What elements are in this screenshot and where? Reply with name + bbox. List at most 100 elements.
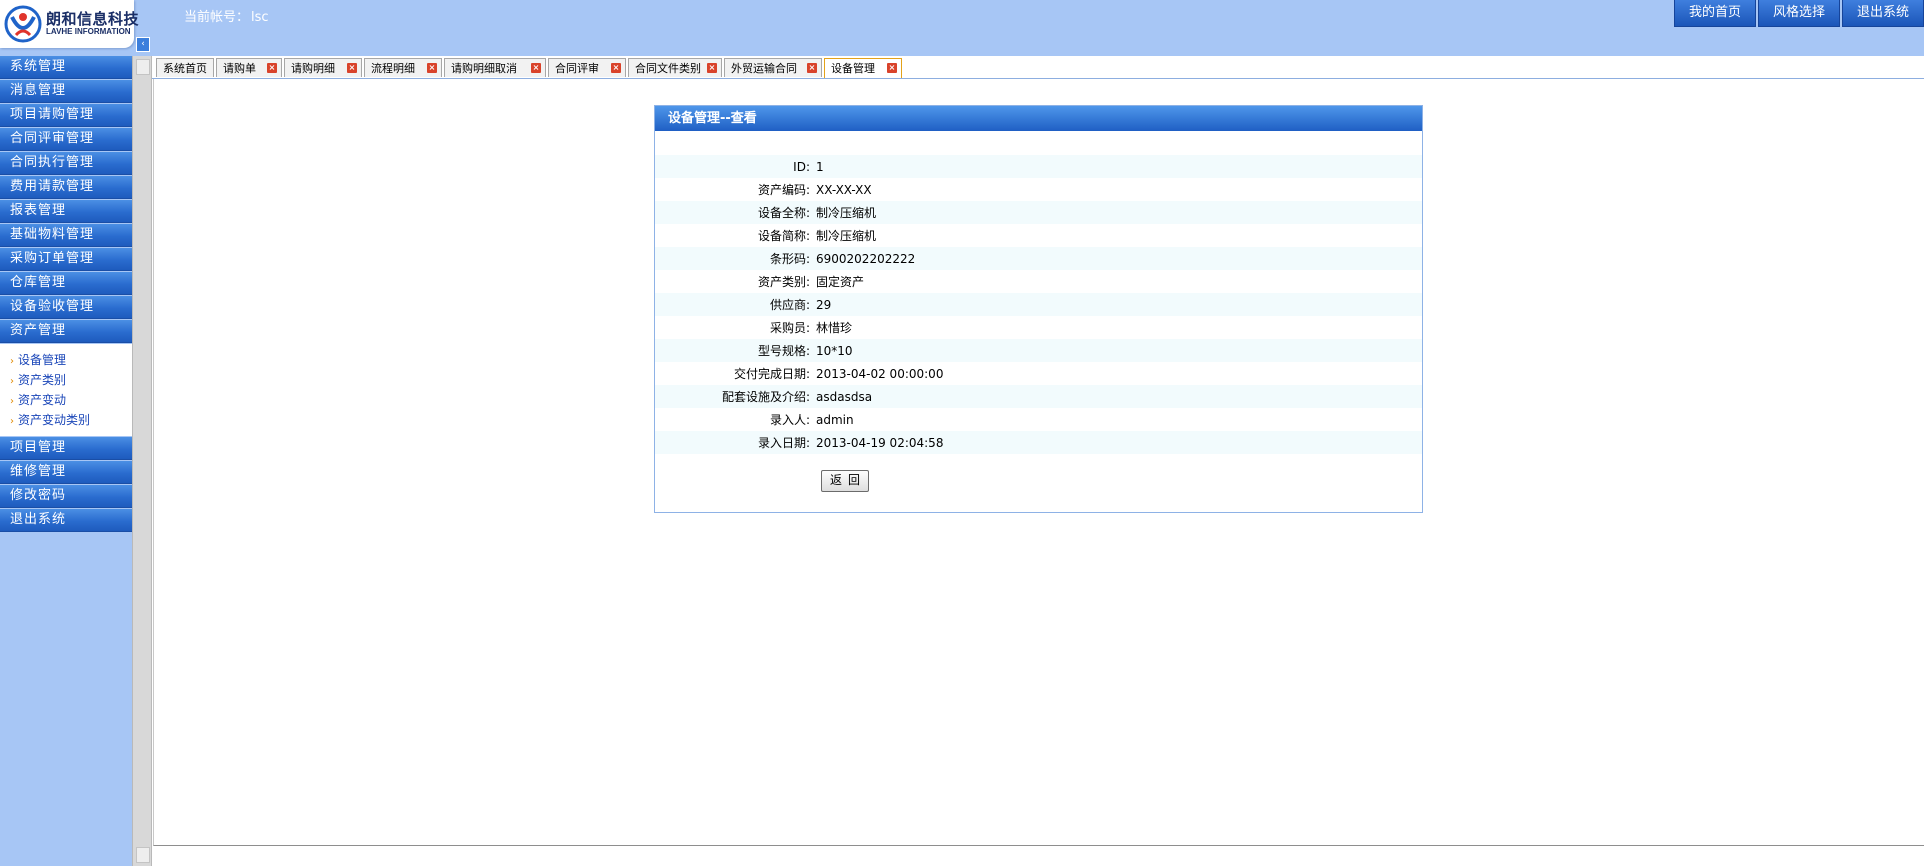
submenu-equipment[interactable]: › 设备管理 [0,350,132,370]
current-account: 当前帐号： lsc [184,6,269,25]
menu-exit[interactable]: 退出系统 [0,509,132,532]
menu-project[interactable]: 项目管理 [0,437,132,460]
field-label: 条形码: [769,252,810,266]
menu-system[interactable]: 系统管理 [0,56,132,79]
tab-purchase-detail-cancel[interactable]: 请购明细取消 × [444,58,546,77]
logout-button[interactable]: 退出系统 [1841,0,1924,27]
field-value: 制冷压缩机 [816,206,877,220]
close-icon[interactable]: × [707,63,717,73]
arrow-right-icon: › [10,376,14,387]
tab-bar: 系统首页 请购单 × 请购明细 × 流程明细 × 请购明细取消 × 合同评审 × 合同文件… [152,58,1924,79]
field-value: 2013-04-19 02:04:58 [816,435,944,450]
menu-message[interactable]: 消息管理 [0,80,132,103]
field-label: 录入人: [769,413,810,427]
tab-label: 系统首页 [163,62,207,75]
field-value: 制冷压缩机 [816,229,877,243]
close-icon[interactable]: × [267,63,277,73]
field-value: 29 [816,297,832,312]
menu-purchase-order[interactable]: 采购订单管理 [0,248,132,271]
tab-contract-file-category[interactable]: 合同文件类别 × [628,58,722,77]
submenu-asset-category[interactable]: › 资产类别 [0,370,132,390]
logo-text-en: LAVHE INFORMATION [46,27,131,36]
table-row: ID: 1 [655,155,1422,178]
menu-maintenance[interactable]: 维修管理 [0,461,132,484]
close-icon[interactable]: × [427,63,437,73]
back-button[interactable]: 返回 [821,470,869,492]
logo-text-cn: 朗和信息科技 [46,10,140,28]
field-label: 录入日期: [757,436,810,450]
logo-mark-icon [4,5,42,43]
tab-contract-review[interactable]: 合同评审 × [548,58,626,77]
menu-project-purchase[interactable]: 项目请购管理 [0,104,132,127]
field-value: asdasdsa [816,389,873,404]
table-row: 资产编码: XX-XX-XX [655,178,1422,201]
close-icon[interactable]: × [347,63,357,73]
field-value: admin [816,412,854,427]
menu-material[interactable]: 基础物料管理 [0,224,132,247]
menu-equipment-acceptance[interactable]: 设备验收管理 [0,296,132,319]
collapse-sidebar-icon[interactable]: ‹ [136,37,150,52]
table-row: 录入日期: 2013-04-19 02:04:58 [655,431,1422,454]
arrow-right-icon: › [10,416,14,427]
table-row: 供应商: 29 [655,293,1422,316]
field-value: XX-XX-XX [816,182,872,197]
tab-purchase-request[interactable]: 请购单 × [216,58,282,77]
table-row: 型号规格: 10*10 [655,339,1422,362]
scroll-up-icon[interactable] [136,59,150,75]
field-label: 型号规格: [757,344,810,358]
table-row: 录入人: admin [655,408,1422,431]
field-label: 资产类别: [757,275,810,289]
home-button[interactable]: 我的首页 [1673,0,1756,27]
field-value: 林惜珍 [816,321,853,335]
tab-foreign-transport-contract[interactable]: 外贸运输合同 × [724,58,822,77]
submenu-asset-change[interactable]: › 资产变动 [0,390,132,410]
asset-submenu: › 设备管理 › 资产类别 › 资产变动 › 资产变动类别 [0,344,132,436]
menu-asset[interactable]: 资产管理 [0,320,132,343]
submenu-asset-change-category[interactable]: › 资产变动类别 [0,410,132,430]
submenu-label: 设备管理 [18,353,67,367]
scroll-down-icon[interactable] [136,847,150,863]
arrow-right-icon: › [10,396,14,407]
close-icon[interactable]: × [611,63,621,73]
style-select-button[interactable]: 风格选择 [1757,0,1840,27]
close-icon[interactable]: × [531,63,541,73]
tab-equipment-management[interactable]: 设备管理 × [824,58,902,78]
close-icon[interactable]: × [887,63,897,73]
panel-title: 设备管理--查看 [655,106,1422,131]
sidebar-splitter[interactable] [132,56,152,866]
menu-contract-execution[interactable]: 合同执行管理 [0,152,132,175]
menu-contract-review[interactable]: 合同评审管理 [0,128,132,151]
field-label: 配套设施及介绍: [721,390,810,404]
field-value: 6900202202222 [816,251,916,266]
tab-system-home[interactable]: 系统首页 [156,58,214,77]
tab-label: 请购明细取消 [451,62,517,75]
menu-report[interactable]: 报表管理 [0,200,132,223]
tab-label: 流程明细 [371,62,415,75]
close-icon[interactable]: × [807,63,817,73]
field-label: ID: [793,159,810,174]
field-value: 固定资产 [816,275,865,289]
submenu-label: 资产类别 [18,373,67,387]
field-label: 采购员: [769,321,810,335]
menu-warehouse[interactable]: 仓库管理 [0,272,132,295]
tab-label: 请购单 [223,62,256,75]
menu-expense-request[interactable]: 费用请款管理 [0,176,132,199]
tab-flow-detail[interactable]: 流程明细 × [364,58,442,77]
tab-label: 合同文件类别 [635,62,701,75]
table-row: 交付完成日期: 2013-04-02 00:00:00 [655,362,1422,385]
submenu-label: 资产变动 [18,393,67,407]
table-row: 条形码: 6900202202222 [655,247,1422,270]
field-value: 2013-04-02 00:00:00 [816,366,944,381]
menu-change-password[interactable]: 修改密码 [0,485,132,508]
detail-panel: 设备管理--查看 ID: 1 资产编码: XX-XX-XX 设备全称: 制冷压缩机 设… [654,105,1423,513]
header-bar: 朗和信息科技 LAVHE INFORMATION 当前帐号： lsc 我的首页 风… [0,0,1924,56]
account-label: 当前帐号： [184,10,250,25]
tab-purchase-detail[interactable]: 请购明细 × [284,58,362,77]
table-row: 设备全称: 制冷压缩机 [655,201,1422,224]
top-button-group: 我的首页 风格选择 退出系统 [1672,0,1924,27]
sidebar: 系统管理 消息管理 项目请购管理 合同评审管理 合同执行管理 费用请款管理 报表… [0,56,132,866]
table-row: 采购员: 林惜珍 [655,316,1422,339]
table-row: 资产类别: 固定资产 [655,270,1422,293]
field-label: 设备全称: [757,206,810,220]
field-value: 10*10 [816,343,853,358]
